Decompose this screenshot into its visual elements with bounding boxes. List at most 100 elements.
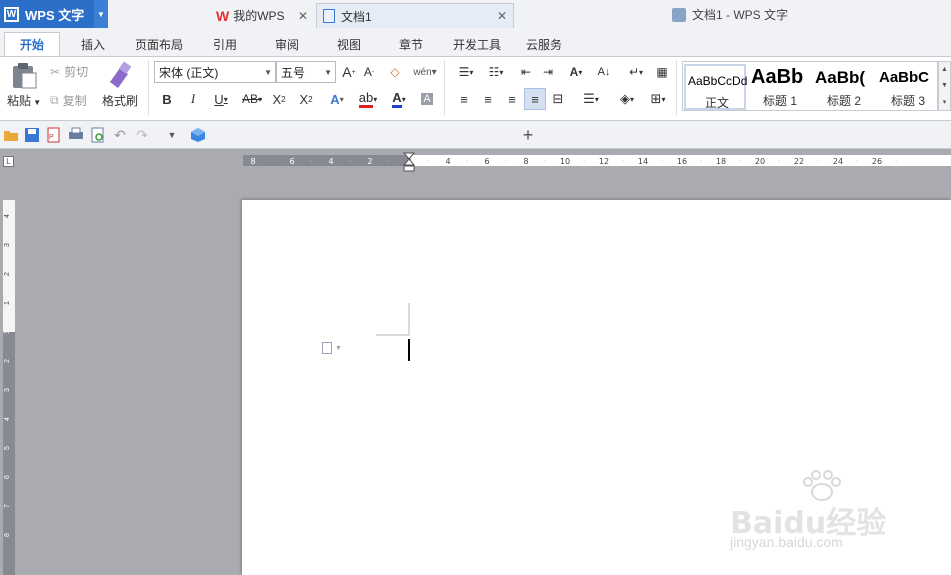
- close-icon[interactable]: ✕: [497, 9, 507, 23]
- cut-button[interactable]: ✂ 剪切: [50, 63, 88, 80]
- align-left-icon[interactable]: ≡: [454, 88, 474, 110]
- close-icon[interactable]: ✕: [298, 9, 308, 23]
- ruler-tick: ·: [466, 158, 468, 165]
- tab-cloud[interactable]: 云服务: [520, 32, 568, 56]
- print-icon[interactable]: [68, 127, 84, 143]
- increase-indent-icon[interactable]: ⇥: [538, 62, 558, 82]
- strikethrough-icon[interactable]: AB ▾: [238, 88, 266, 110]
- bold-icon[interactable]: B: [158, 88, 176, 110]
- tab-stop-selector[interactable]: L: [3, 156, 14, 167]
- tab-review[interactable]: 审阅: [266, 32, 308, 56]
- ruler-label: 2: [4, 359, 11, 363]
- italic-icon[interactable]: I: [184, 88, 202, 110]
- paste-options-icon[interactable]: ▼: [322, 341, 348, 355]
- character-shading-icon[interactable]: A: [418, 88, 436, 110]
- justify-icon[interactable]: ≡: [524, 88, 546, 110]
- doc-tab-document1[interactable]: 文档1 ✕: [316, 3, 514, 28]
- underline-icon[interactable]: U ▾: [208, 88, 234, 110]
- customize-toolbar-icon[interactable]: ▼: [164, 126, 180, 144]
- grow-font-icon[interactable]: A +: [341, 63, 357, 81]
- clear-format-icon[interactable]: ◇: [386, 63, 404, 81]
- ruler-label: 1: [4, 301, 11, 305]
- chevron-up-icon[interactable]: ▲: [941, 66, 948, 73]
- text-cursor: [408, 339, 410, 361]
- app-menu-button[interactable]: W WPS 文字: [0, 0, 94, 28]
- menu-bar: 开始 插入 页面布局 引用 审阅 视图 章节 开发工具 云服务: [0, 28, 951, 56]
- ruler-tick: ·: [661, 158, 663, 165]
- ruler-label: 20: [755, 157, 765, 166]
- undo-icon[interactable]: ↶: [112, 126, 128, 144]
- redo-icon[interactable]: ↷: [134, 126, 150, 144]
- line-spacing-icon[interactable]: ☰ ▾: [576, 88, 606, 110]
- show-marks-icon[interactable]: ↵ ▾: [622, 62, 650, 82]
- new-tab-button[interactable]: +: [518, 125, 538, 145]
- style-normal[interactable]: AaBbCcDd 正文: [684, 64, 747, 110]
- style-heading-2[interactable]: AaBb( 标题 2: [813, 64, 875, 110]
- indent-marker-icon[interactable]: [403, 152, 415, 172]
- ruler-label: 10: [560, 157, 570, 166]
- highlight-icon[interactable]: ab ▾: [354, 88, 382, 110]
- style-heading-3[interactable]: AaBbC 标题 3: [877, 64, 939, 110]
- styles-scroll[interactable]: ▲ ▼ ▾: [938, 61, 951, 111]
- tab-page-layout[interactable]: 页面布局: [128, 32, 190, 56]
- tab-developer[interactable]: 开发工具: [448, 32, 506, 56]
- paragraph-shading-icon[interactable]: ◈ ▾: [612, 88, 642, 110]
- ruler-label: 6: [289, 157, 294, 166]
- print-preview-icon[interactable]: [90, 127, 106, 143]
- change-case-icon[interactable]: A ▾: [562, 62, 590, 82]
- styles-gallery: AaBbCcDd 正文 AaBb 标题 1 AaBb( 标题 2 AaBbC 标…: [682, 61, 938, 111]
- tab-insert[interactable]: 插入: [72, 32, 114, 56]
- table-icon[interactable]: ▦: [652, 62, 672, 82]
- sort-icon[interactable]: A↓: [594, 62, 614, 82]
- vertical-ruler-labels: 4 3 2 1 1 2 3 4 5 6 7 8: [4, 214, 11, 537]
- app-name: WPS 文字: [25, 7, 85, 23]
- ruler-label: 12: [599, 157, 609, 166]
- paste-button[interactable]: 粘贴 ▼: [7, 92, 41, 109]
- distribute-icon[interactable]: ⊟: [548, 88, 568, 110]
- shrink-font-icon[interactable]: A-: [361, 63, 377, 81]
- ruler-tick: ·: [583, 158, 585, 165]
- tab-chapter[interactable]: 章节: [390, 32, 432, 56]
- window-title: 文档1 - WPS 文字: [672, 6, 788, 23]
- bullet-list-icon[interactable]: ☰ ▾: [452, 62, 480, 82]
- ruler-tick: ·: [778, 158, 780, 165]
- align-center-icon[interactable]: ≡: [478, 88, 498, 110]
- open-folder-icon[interactable]: [3, 127, 19, 143]
- style-heading-1[interactable]: AaBb 标题 1: [749, 64, 811, 110]
- ruler-tick: ·: [856, 158, 858, 165]
- copy-button[interactable]: ⧉ 复制: [50, 92, 87, 109]
- scissors-icon: ✂: [50, 64, 61, 79]
- ruler-label: 8: [4, 533, 11, 537]
- expand-icon[interactable]: ▾: [943, 98, 947, 106]
- tab-references[interactable]: 引用: [204, 32, 246, 56]
- margin-corner-mark: [376, 303, 410, 361]
- document-icon: [323, 9, 335, 23]
- font-size-select[interactable]: 五号 ▼: [276, 61, 336, 83]
- font-name-select[interactable]: 宋体 (正文) ▼: [154, 61, 276, 83]
- subscript-icon[interactable]: X2: [296, 88, 316, 110]
- ruler-label: 14: [638, 157, 648, 166]
- numbered-list-icon[interactable]: ☷ ▾: [482, 62, 510, 82]
- format-painter-icon[interactable]: [106, 60, 134, 90]
- chevron-down-icon: ▼: [264, 68, 272, 77]
- paste-icon[interactable]: [10, 61, 38, 89]
- tab-start[interactable]: 开始: [4, 32, 60, 56]
- phonetic-guide-icon[interactable]: wén▾: [412, 62, 438, 82]
- export-pdf-icon[interactable]: P: [46, 127, 62, 143]
- borders-icon[interactable]: ⊞ ▾: [644, 88, 672, 110]
- superscript-icon[interactable]: X2: [270, 88, 288, 110]
- text-effect-icon[interactable]: A ▾: [324, 88, 350, 110]
- chevron-down-icon[interactable]: ▼: [941, 82, 948, 89]
- save-icon[interactable]: [24, 127, 40, 143]
- app-menu-dropdown-icon[interactable]: ▼: [94, 0, 108, 28]
- align-right-icon[interactable]: ≡: [502, 88, 522, 110]
- tab-view[interactable]: 视图: [328, 32, 370, 56]
- doc-tab-mywps[interactable]: W 我的WPS ✕: [210, 3, 314, 28]
- decrease-indent-icon[interactable]: ⇤: [516, 62, 536, 82]
- cloud-cube-icon[interactable]: [190, 127, 206, 143]
- ruler-label: 24: [833, 157, 843, 166]
- ruler-label: 4: [445, 157, 450, 166]
- ruler-label: 18: [716, 157, 726, 166]
- format-painter-button[interactable]: 格式刷: [102, 92, 138, 109]
- font-color-icon[interactable]: A ▾: [386, 88, 412, 110]
